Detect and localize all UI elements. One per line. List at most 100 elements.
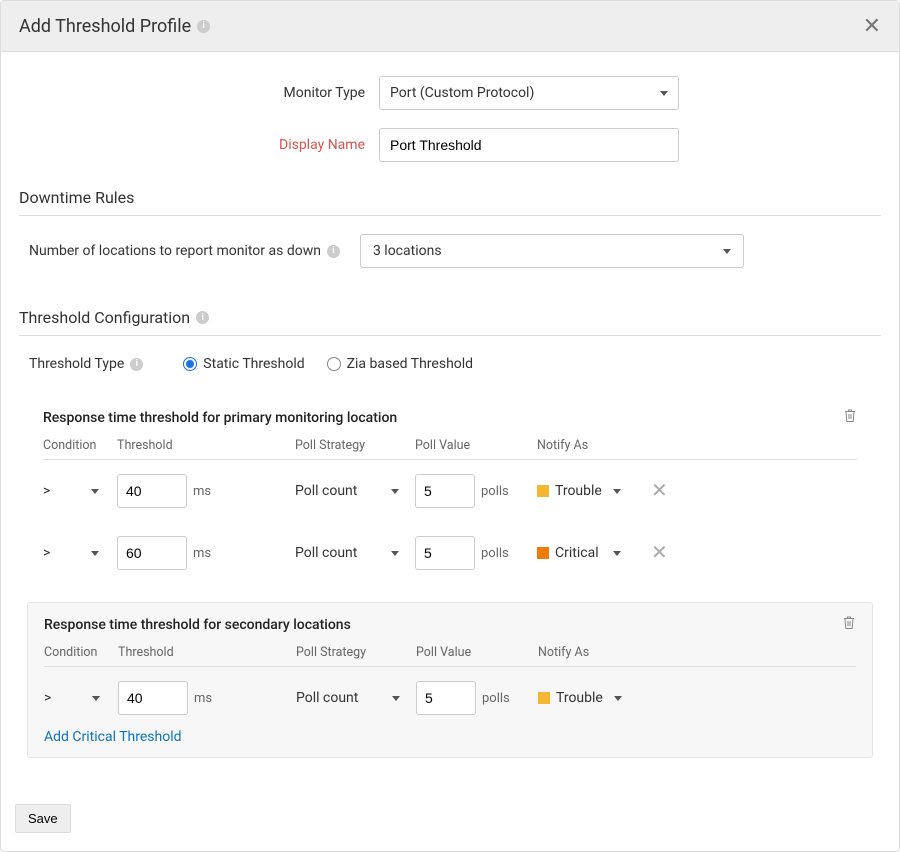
dialog-title: Add Threshold Profile i	[19, 16, 210, 37]
monitor-type-row: Monitor Type Port (Custom Protocol)	[19, 76, 881, 110]
col-notify-as: Notify As	[538, 645, 638, 660]
status-swatch-trouble	[537, 485, 549, 497]
notify-as-select[interactable]: Critical	[537, 545, 621, 561]
remove-row-button[interactable]: ✕	[651, 543, 668, 563]
dialog-footer: Save	[1, 792, 899, 851]
dialog-header: Add Threshold Profile i ✕	[1, 1, 899, 52]
condition-select[interactable]: >	[43, 483, 99, 499]
threshold-config-title-text: Threshold Configuration	[19, 308, 190, 327]
col-condition: Condition	[44, 645, 118, 660]
threshold-input[interactable]	[118, 681, 188, 715]
radio-icon	[327, 357, 341, 371]
secondary-block-header: Response time threshold for secondary lo…	[44, 615, 856, 635]
info-icon[interactable]: i	[196, 311, 209, 324]
chevron-down-icon	[392, 696, 400, 701]
trash-icon	[842, 615, 856, 630]
col-threshold: Threshold	[118, 645, 296, 660]
downtime-rules-section: Downtime Rules Number of locations to re…	[19, 180, 881, 292]
threshold-type-radios: Static Threshold Zia based Threshold	[183, 356, 473, 372]
threshold-row: > ms Poll count	[43, 460, 857, 512]
add-threshold-dialog: Add Threshold Profile i ✕ Monitor Type P…	[0, 0, 900, 852]
chevron-down-icon	[91, 551, 99, 556]
threshold-input[interactable]	[117, 536, 187, 570]
col-poll-value: Poll Value	[415, 438, 537, 453]
close-button[interactable]: ✕	[863, 15, 881, 37]
delete-primary-button[interactable]	[843, 408, 857, 428]
poll-strategy-value: Poll count	[295, 483, 357, 499]
status-swatch-trouble	[538, 692, 550, 704]
secondary-block-title: Response time threshold for secondary lo…	[44, 617, 351, 633]
delete-secondary-button[interactable]	[842, 615, 856, 635]
unit-ms: ms	[194, 691, 212, 706]
chevron-down-icon	[613, 551, 621, 556]
monitor-type-select[interactable]: Port (Custom Protocol)	[379, 76, 679, 110]
poll-value-input[interactable]	[415, 474, 475, 508]
unit-ms: ms	[193, 546, 211, 561]
radio-static-threshold[interactable]: Static Threshold	[183, 356, 304, 372]
radio-icon	[183, 357, 197, 371]
col-notify-as: Notify As	[537, 438, 637, 453]
chevron-down-icon	[92, 696, 100, 701]
col-threshold: Threshold	[117, 438, 295, 453]
locations-row: Number of locations to report monitor as…	[19, 230, 881, 292]
poll-strategy-select[interactable]: Poll count	[295, 545, 399, 561]
threshold-config-section: Threshold Configuration i Threshold Type…	[19, 300, 881, 758]
notify-as-select[interactable]: Trouble	[537, 483, 621, 499]
locations-label: Number of locations to report monitor as…	[29, 243, 340, 259]
condition-select[interactable]: >	[44, 690, 100, 706]
threshold-type-row: Threshold Type i Static Threshold Zia ba…	[19, 350, 881, 388]
locations-select[interactable]: 3 locations	[360, 234, 744, 268]
info-icon[interactable]: i	[197, 20, 210, 33]
monitor-type-value: Port (Custom Protocol)	[390, 85, 534, 101]
condition-value: >	[43, 545, 50, 561]
unit-polls: polls	[481, 484, 509, 499]
primary-block-header: Response time threshold for primary moni…	[43, 408, 857, 428]
col-poll-value: Poll Value	[416, 645, 538, 660]
chevron-down-icon	[391, 489, 399, 494]
radio-zia-threshold[interactable]: Zia based Threshold	[327, 356, 473, 372]
monitor-type-label: Monitor Type	[19, 85, 379, 101]
col-strategy: Poll Strategy	[295, 438, 415, 453]
poll-strategy-value: Poll count	[295, 545, 357, 561]
display-name-label: Display Name	[19, 137, 379, 153]
threshold-row: > ms Poll count	[44, 667, 856, 719]
display-name-row: Display Name	[19, 128, 881, 162]
chevron-down-icon	[91, 489, 99, 494]
status-swatch-critical	[537, 547, 549, 559]
display-name-input[interactable]	[379, 128, 679, 162]
locations-value: 3 locations	[373, 243, 442, 259]
primary-block-title: Response time threshold for primary moni…	[43, 410, 397, 426]
chevron-down-icon	[723, 249, 731, 254]
condition-value: >	[44, 690, 51, 706]
save-button[interactable]: Save	[15, 804, 71, 833]
dialog-body: Monitor Type Port (Custom Protocol) Disp…	[1, 52, 899, 792]
unit-ms: ms	[193, 484, 211, 499]
secondary-threshold-block: Response time threshold for secondary lo…	[27, 602, 873, 758]
condition-select[interactable]: >	[43, 545, 99, 561]
remove-row-button[interactable]: ✕	[651, 481, 668, 501]
radio-static-label: Static Threshold	[203, 356, 304, 372]
notify-as-select[interactable]: Trouble	[538, 690, 622, 706]
chevron-down-icon	[614, 696, 622, 701]
threshold-config-title: Threshold Configuration i	[19, 300, 881, 336]
unit-polls: polls	[481, 546, 509, 561]
info-icon[interactable]: i	[130, 358, 143, 371]
poll-strategy-value: Poll count	[296, 690, 358, 706]
trash-icon	[843, 408, 857, 423]
notify-as-value: Trouble	[555, 483, 602, 499]
primary-threshold-block: Response time threshold for primary moni…	[27, 396, 873, 586]
add-critical-threshold-link[interactable]: Add Critical Threshold	[44, 729, 182, 745]
col-strategy: Poll Strategy	[296, 645, 416, 660]
threshold-type-label: Threshold Type i	[29, 356, 143, 372]
notify-as-value: Trouble	[556, 690, 603, 706]
radio-zia-label: Zia based Threshold	[347, 356, 473, 372]
secondary-column-headers: Condition Threshold Poll Strategy Poll V…	[44, 645, 856, 667]
poll-value-input[interactable]	[415, 536, 475, 570]
poll-value-input[interactable]	[416, 681, 476, 715]
locations-label-text: Number of locations to report monitor as…	[29, 243, 321, 259]
threshold-input[interactable]	[117, 474, 187, 508]
poll-strategy-select[interactable]: Poll count	[295, 483, 399, 499]
downtime-title-text: Downtime Rules	[19, 188, 134, 207]
info-icon[interactable]: i	[327, 245, 340, 258]
poll-strategy-select[interactable]: Poll count	[296, 690, 400, 706]
